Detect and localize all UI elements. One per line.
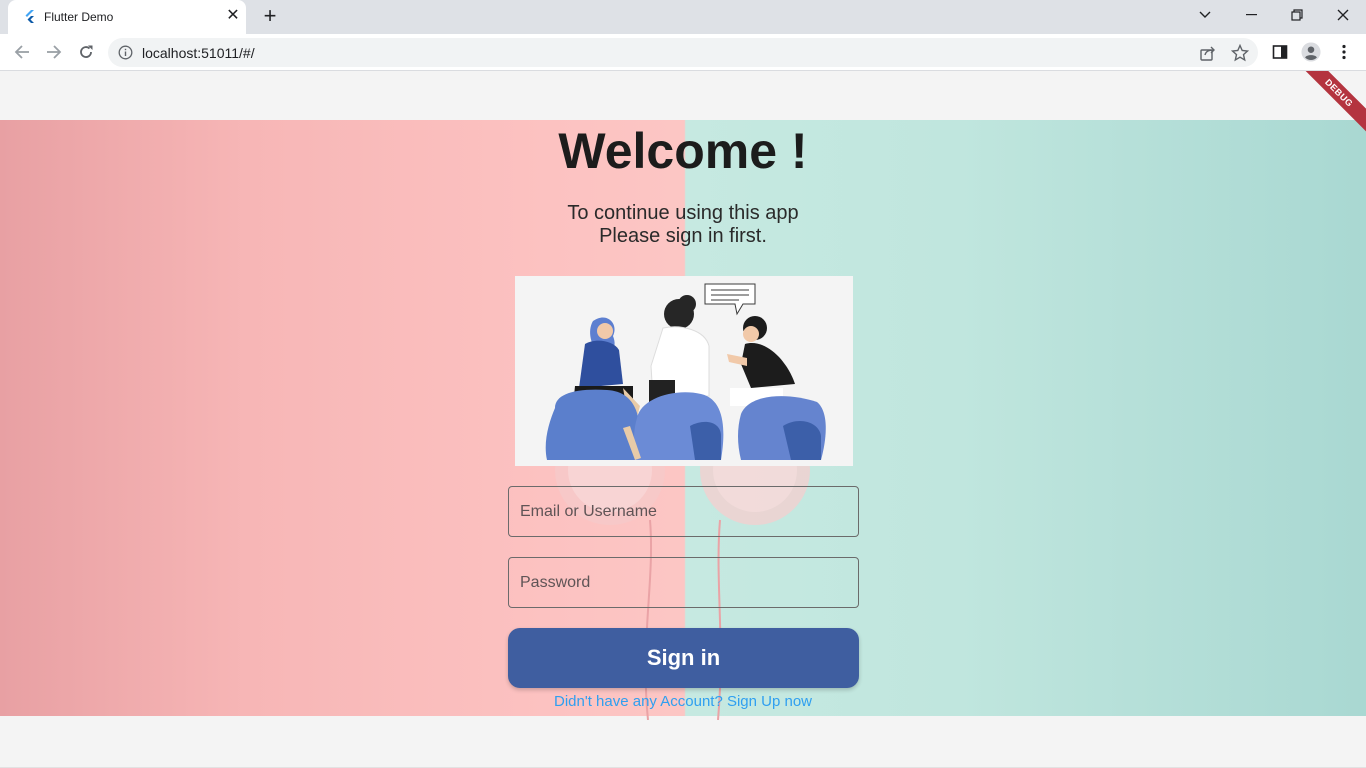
tab-search-icon[interactable] [1182, 0, 1228, 30]
email-field[interactable] [508, 486, 859, 537]
sign-up-link[interactable]: Didn't have any Account? Sign Up now [0, 693, 1366, 710]
new-tab-button[interactable]: + [259, 5, 281, 27]
address-bar[interactable]: localhost:51011/#/ [108, 38, 1258, 67]
sign-in-button[interactable]: Sign in [508, 628, 859, 688]
subtitle-line-2: Please sign in first. [599, 225, 767, 247]
app-viewport: Welcome ! To continue using this app Ple… [0, 71, 1366, 768]
password-field[interactable] [508, 557, 859, 608]
url-text[interactable]: localhost:51011/#/ [142, 45, 255, 61]
browser-toolbar: localhost:51011/#/ [0, 34, 1366, 71]
share-icon[interactable] [1199, 44, 1217, 62]
flutter-icon [25, 10, 34, 23]
info-icon[interactable] [118, 45, 133, 60]
tab-strip: Flutter Demo ✕ + [0, 0, 1366, 34]
people-conversation-illustration [515, 276, 853, 466]
close-window-icon[interactable] [1320, 0, 1366, 30]
forward-icon[interactable] [40, 38, 68, 66]
tab-close-icon[interactable]: ✕ [224, 7, 242, 25]
restore-icon[interactable] [1274, 0, 1320, 30]
email-input[interactable] [509, 487, 858, 536]
password-input[interactable] [509, 558, 858, 607]
bookmark-star-icon[interactable] [1231, 44, 1249, 62]
menu-kebab-icon[interactable] [1334, 42, 1354, 62]
profile-avatar-icon[interactable] [1301, 42, 1321, 62]
tab-title: Flutter Demo [44, 10, 114, 24]
side-panel-icon[interactable] [1270, 42, 1290, 62]
browser-tab[interactable]: Flutter Demo ✕ [8, 0, 246, 34]
minimize-icon[interactable] [1228, 0, 1274, 30]
back-icon[interactable] [8, 38, 36, 66]
subtitle-line-1: To continue using this app [567, 202, 799, 224]
reload-icon[interactable] [72, 38, 100, 66]
page-title: Welcome ! [558, 123, 808, 179]
